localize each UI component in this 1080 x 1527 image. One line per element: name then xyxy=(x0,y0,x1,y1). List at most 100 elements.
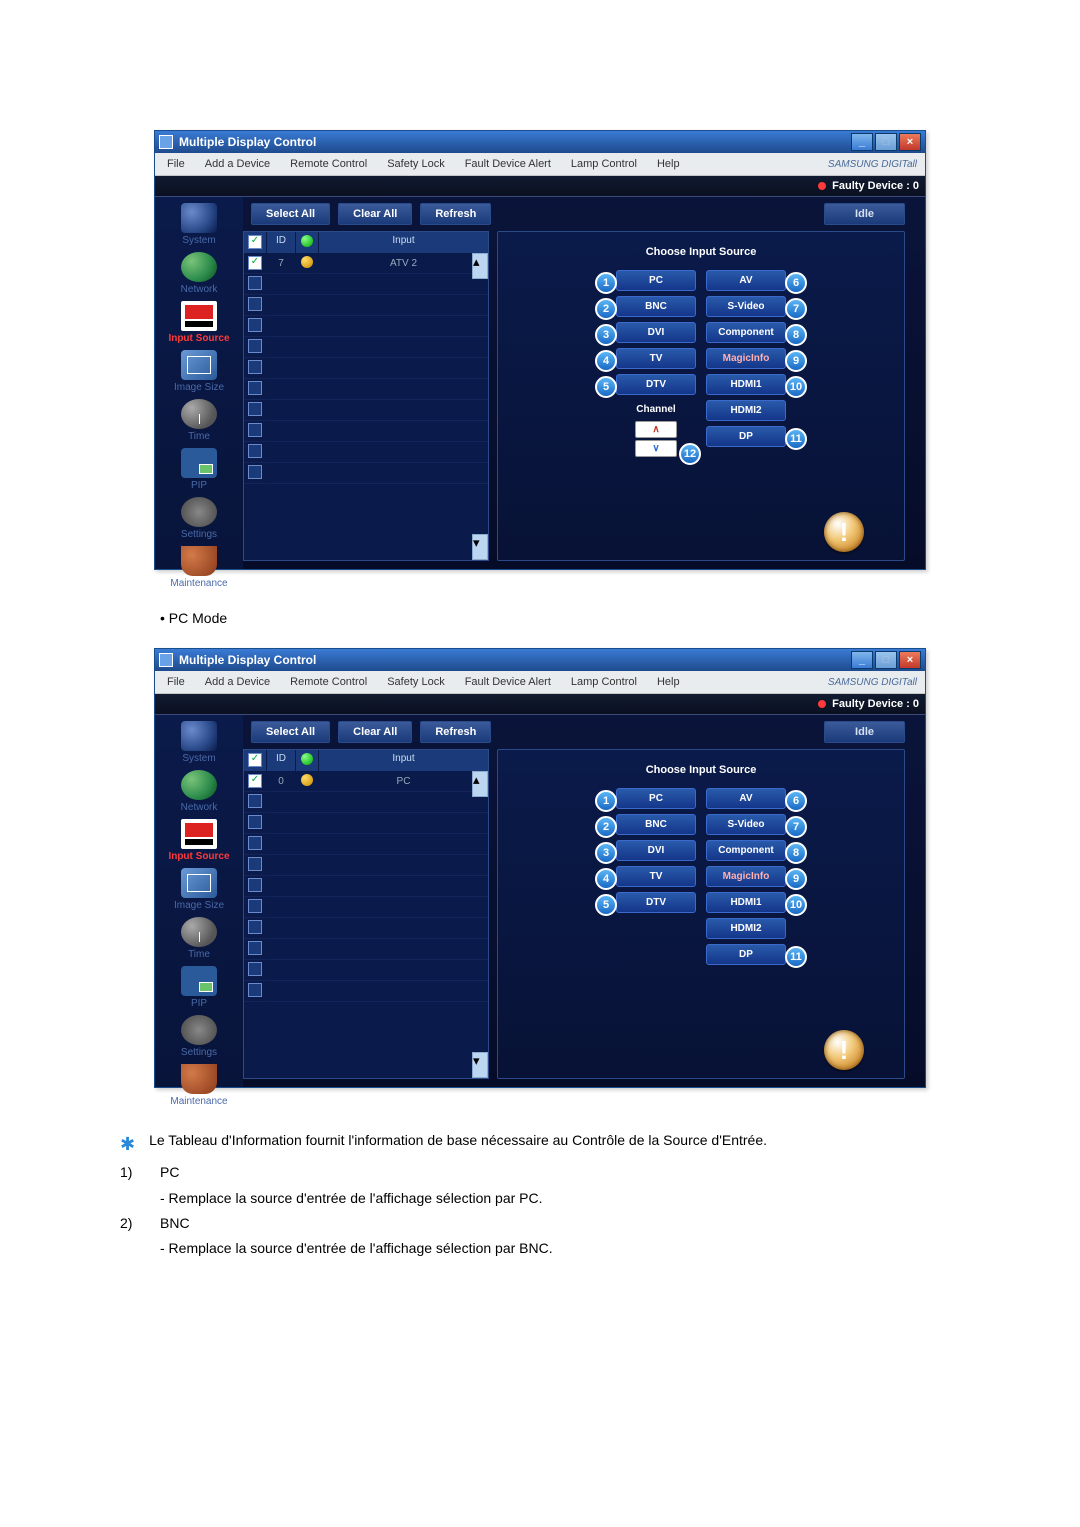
source-pc-button[interactable]: 1PC xyxy=(616,788,696,809)
row-checkbox[interactable] xyxy=(248,276,262,290)
source-tv-button[interactable]: 4TV xyxy=(616,348,696,369)
menu-add-device[interactable]: Add a Device xyxy=(195,673,280,691)
maximize-button[interactable]: □ xyxy=(875,133,897,151)
row-checkbox[interactable] xyxy=(248,983,262,997)
checkbox-icon[interactable] xyxy=(248,235,262,249)
sidebar-item-time[interactable]: Time xyxy=(160,917,238,960)
source-bnc-button[interactable]: 2BNC xyxy=(616,814,696,835)
row-checkbox[interactable] xyxy=(248,402,262,416)
refresh-button[interactable]: Refresh xyxy=(420,203,491,225)
source-component-button[interactable]: 8Component xyxy=(706,322,786,343)
row-checkbox[interactable] xyxy=(248,381,262,395)
sidebar-item-image-size[interactable]: Image Size xyxy=(160,868,238,911)
row-checkbox[interactable] xyxy=(248,360,262,374)
scroll-down-button[interactable]: ▾ xyxy=(472,1052,488,1078)
header-status[interactable] xyxy=(296,750,319,771)
sidebar-item-system[interactable]: System xyxy=(160,203,238,246)
channel-down-button[interactable]: ∨ xyxy=(635,440,677,457)
close-button[interactable]: × xyxy=(899,133,921,151)
maximize-button[interactable]: □ xyxy=(875,651,897,669)
row-checkbox[interactable] xyxy=(248,920,262,934)
row-checkbox[interactable] xyxy=(248,878,262,892)
row-checkbox[interactable] xyxy=(248,423,262,437)
row-checkbox[interactable] xyxy=(248,444,262,458)
minimize-button[interactable]: _ xyxy=(851,651,873,669)
minimize-button[interactable]: _ xyxy=(851,133,873,151)
row-checkbox[interactable] xyxy=(248,836,262,850)
menu-help[interactable]: Help xyxy=(647,155,690,173)
header-input[interactable]: Input xyxy=(319,750,488,771)
menu-remote[interactable]: Remote Control xyxy=(280,673,377,691)
clear-all-button[interactable]: Clear All xyxy=(338,721,412,743)
scroll-up-button[interactable]: ▴ xyxy=(472,253,488,279)
row-checkbox[interactable] xyxy=(248,794,262,808)
sidebar-item-input-source[interactable]: Input Source xyxy=(160,819,238,862)
source-av-button[interactable]: 6AV xyxy=(706,788,786,809)
checkbox-icon[interactable] xyxy=(248,753,262,767)
sidebar-item-pip[interactable]: PIP xyxy=(160,448,238,491)
source-svideo-button[interactable]: 7S-Video xyxy=(706,814,786,835)
titlebar[interactable]: Multiple Display Control _ □ × xyxy=(155,649,925,671)
scroll-up-button[interactable]: ▴ xyxy=(472,771,488,797)
clear-all-button[interactable]: Clear All xyxy=(338,203,412,225)
sidebar-item-settings[interactable]: Settings xyxy=(160,1015,238,1058)
source-hdmi1-button[interactable]: 10HDMI1 xyxy=(706,892,786,913)
menu-remote[interactable]: Remote Control xyxy=(280,155,377,173)
sidebar-item-image-size[interactable]: Image Size xyxy=(160,350,238,393)
source-dp-button[interactable]: 11DP xyxy=(706,426,786,447)
source-component-button[interactable]: 8Component xyxy=(706,840,786,861)
menu-help[interactable]: Help xyxy=(647,673,690,691)
sidebar-item-pip[interactable]: PIP xyxy=(160,966,238,1009)
row-checkbox[interactable] xyxy=(248,465,262,479)
source-magicinfo-button[interactable]: 9MagicInfo xyxy=(706,866,786,887)
header-input[interactable]: Input xyxy=(319,232,488,253)
grid-body[interactable]: 0 PC ▴ xyxy=(244,771,488,1078)
select-all-button[interactable]: Select All xyxy=(251,203,330,225)
source-pc-button[interactable]: 1PC xyxy=(616,270,696,291)
header-status[interactable] xyxy=(296,232,319,253)
menu-safety[interactable]: Safety Lock xyxy=(377,155,454,173)
scroll-down-button[interactable]: ▾ xyxy=(472,534,488,560)
source-bnc-button[interactable]: 2BNC xyxy=(616,296,696,317)
sidebar-item-input-source[interactable]: Input Source xyxy=(160,301,238,344)
close-button[interactable]: × xyxy=(899,651,921,669)
sidebar-item-maintenance[interactable]: Maintenance xyxy=(160,1064,238,1107)
sidebar-item-settings[interactable]: Settings xyxy=(160,497,238,540)
menu-lamp[interactable]: Lamp Control xyxy=(561,673,647,691)
source-dvi-button[interactable]: 3DVI xyxy=(616,322,696,343)
row-checkbox[interactable] xyxy=(248,899,262,913)
source-tv-button[interactable]: 4TV xyxy=(616,866,696,887)
header-check[interactable] xyxy=(244,750,267,771)
row-checkbox[interactable] xyxy=(248,297,262,311)
menu-fault[interactable]: Fault Device Alert xyxy=(455,673,561,691)
sidebar-item-network[interactable]: Network xyxy=(160,770,238,813)
row-checkbox[interactable] xyxy=(248,962,262,976)
row-checkbox[interactable] xyxy=(248,774,262,788)
header-id[interactable]: ID xyxy=(267,232,296,253)
menu-file[interactable]: File xyxy=(157,155,195,173)
channel-up-button[interactable]: ∧ xyxy=(635,421,677,438)
row-checkbox[interactable] xyxy=(248,941,262,955)
grid-row[interactable]: 0 PC xyxy=(244,771,488,792)
source-hdmi2-button[interactable]: HDMI2 xyxy=(706,918,786,939)
source-hdmi1-button[interactable]: 10HDMI1 xyxy=(706,374,786,395)
header-id[interactable]: ID xyxy=(267,750,296,771)
menu-file[interactable]: File xyxy=(157,673,195,691)
row-checkbox[interactable] xyxy=(248,857,262,871)
row-checkbox[interactable] xyxy=(248,815,262,829)
sidebar-item-time[interactable]: Time xyxy=(160,399,238,442)
titlebar[interactable]: Multiple Display Control _ □ × xyxy=(155,131,925,153)
grid-body[interactable]: 7 ATV 2 ▴ xyxy=(244,253,488,560)
sidebar-item-network[interactable]: Network xyxy=(160,252,238,295)
menu-fault[interactable]: Fault Device Alert xyxy=(455,155,561,173)
menu-safety[interactable]: Safety Lock xyxy=(377,673,454,691)
source-dp-button[interactable]: 11DP xyxy=(706,944,786,965)
row-checkbox[interactable] xyxy=(248,318,262,332)
select-all-button[interactable]: Select All xyxy=(251,721,330,743)
header-check[interactable] xyxy=(244,232,267,253)
menu-add-device[interactable]: Add a Device xyxy=(195,155,280,173)
grid-row[interactable]: 7 ATV 2 xyxy=(244,253,488,274)
source-dtv-button[interactable]: 5DTV xyxy=(616,892,696,913)
source-av-button[interactable]: 6AV xyxy=(706,270,786,291)
row-checkbox[interactable] xyxy=(248,256,262,270)
